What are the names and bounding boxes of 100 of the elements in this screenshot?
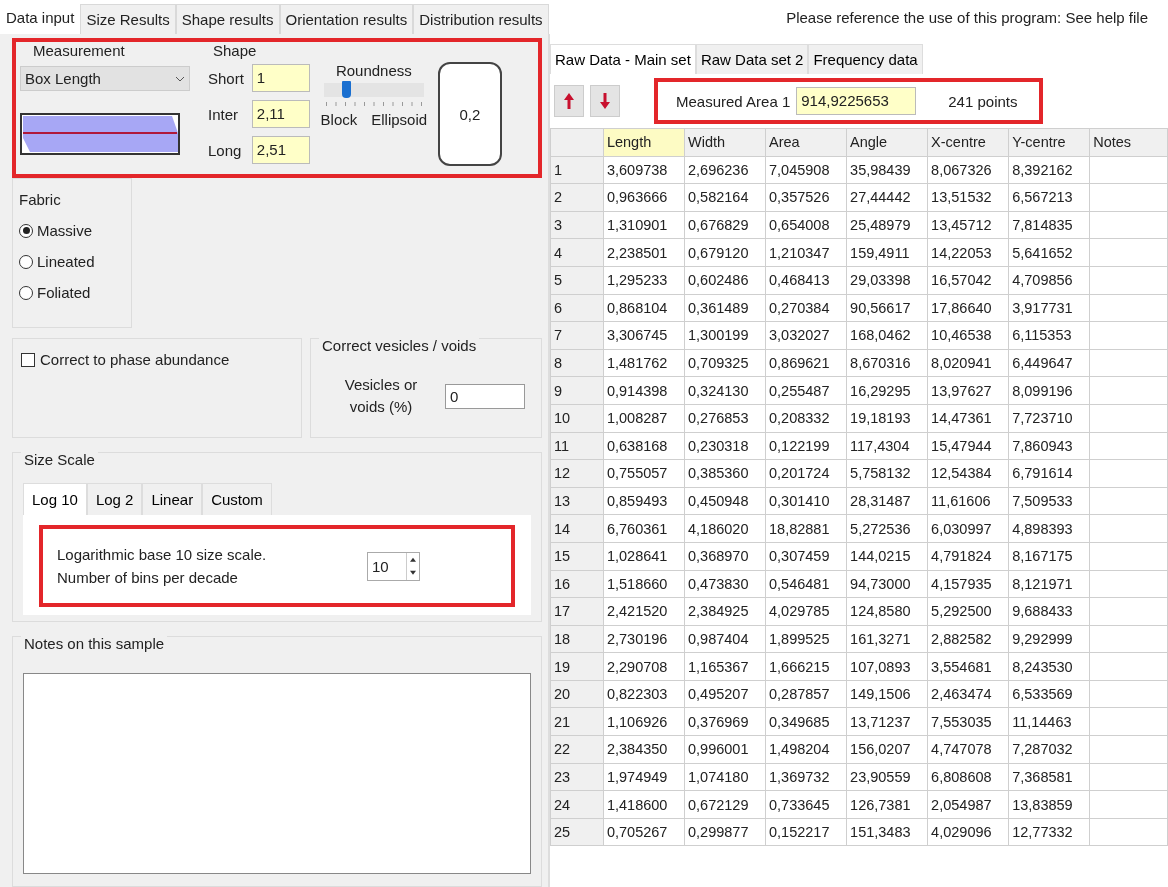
tab[interactable]: Orientation results	[279, 4, 414, 34]
tab[interactable]: Size Results	[80, 4, 176, 34]
input-field[interactable]: 0	[445, 383, 525, 409]
input-field[interactable]: 2,11	[251, 100, 310, 128]
table-cell: 13,71237	[846, 707, 928, 736]
slider-thumb[interactable]	[342, 81, 352, 98]
header-cell[interactable]	[550, 128, 604, 157]
slider-min-label: Block	[320, 111, 358, 128]
tab[interactable]: Raw Data set 2	[695, 44, 809, 74]
table-cell: 159,4911	[846, 238, 928, 267]
row-number: 20	[550, 680, 604, 708]
table-cell: 0,868104	[603, 294, 685, 322]
points-count: 241 points	[948, 92, 1018, 110]
table-cell: 13,83859	[1008, 790, 1090, 819]
table-cell: 11,61606	[927, 487, 1009, 515]
table-cell: 6,808608	[927, 763, 1009, 791]
phase-checkbox[interactable]: Correct to phase abundance	[21, 351, 293, 368]
chevron-icon	[175, 75, 185, 82]
tab[interactable]: Distribution results	[413, 4, 549, 34]
table-cell: 8,121971	[1008, 570, 1090, 598]
table-cell: 4,747078	[927, 735, 1009, 764]
column-header[interactable]: Area	[765, 128, 847, 157]
tab[interactable]: Log 10	[23, 483, 87, 515]
table-cell: 8,670316	[846, 349, 928, 377]
slider-label: Roundness	[335, 62, 412, 79]
field-label: Vesicles or voids (%)	[343, 374, 419, 417]
table-cell: 2,290708	[603, 652, 685, 681]
table-cell: 2,384925	[684, 597, 766, 626]
row-number: 2	[550, 183, 604, 212]
bins-spinner[interactable]: 10	[367, 551, 420, 581]
slider-max-label: Ellipsoid	[371, 111, 428, 128]
tab[interactable]: Raw Data - Main set	[550, 44, 696, 74]
table-cell: 7,287032	[1008, 735, 1090, 764]
table-cell: 35,98439	[846, 156, 928, 184]
table-cell: 0,914398	[603, 376, 685, 405]
column-header[interactable]: Y-centre	[1008, 128, 1090, 157]
table-cell: 5,292500	[927, 597, 1009, 626]
table-cell: 5,641652	[1008, 238, 1090, 267]
table-cell: 7,509533	[1008, 487, 1090, 515]
table-cell: 13,51532	[927, 183, 1009, 212]
table-cell: 0,324130	[684, 376, 766, 405]
table-cell: 0,705267	[603, 818, 685, 846]
tab[interactable]: Shape results	[175, 4, 280, 34]
table-cell: 0,299877	[684, 818, 766, 846]
table-cell: 3,609738	[603, 156, 685, 184]
row-number: 7	[550, 321, 604, 350]
column-header[interactable]: Notes	[1089, 128, 1168, 157]
table-cell: 4,186020	[684, 514, 766, 543]
table-cell: 13,45712	[927, 211, 1009, 239]
table-cell: 6,567213	[1008, 183, 1090, 212]
table-cell: 19,18193	[846, 404, 928, 433]
input-field[interactable]: 2,51	[251, 136, 310, 164]
table-cell: 12,77332	[1008, 818, 1090, 846]
radio-option[interactable]: Lineated	[19, 253, 125, 270]
table-cell: 1,074180	[684, 763, 766, 791]
column-header[interactable]: Width	[684, 128, 766, 157]
move-up-button[interactable]	[554, 85, 584, 117]
table-cell: 4,029785	[765, 597, 847, 626]
table-cell: 6,533569	[1008, 680, 1090, 708]
notes-field[interactable]	[23, 673, 531, 874]
table-cell: 2,054987	[927, 790, 1009, 819]
table-cell: 6,030997	[927, 514, 1009, 543]
input-field[interactable]: 1	[251, 64, 310, 92]
table-cell: 0,270384	[765, 294, 847, 322]
tab[interactable]: Custom	[202, 483, 272, 515]
input-field[interactable]: 914,9225653	[796, 87, 917, 115]
arrow-down-icon	[599, 92, 611, 110]
group-title: Size Scale	[21, 451, 98, 468]
row-number: 9	[550, 376, 604, 405]
arrow-up-icon	[563, 92, 575, 110]
description-text: Logarithmic base 10 size scale.	[57, 546, 268, 563]
table-cell: 12,54384	[927, 459, 1009, 488]
column-header[interactable]: Length	[603, 128, 685, 157]
radio-option[interactable]: Foliated	[19, 284, 125, 301]
table-cell: 168,0462	[846, 321, 928, 350]
tab[interactable]: Frequency data	[808, 44, 923, 74]
table-cell: 25,48979	[846, 211, 928, 239]
table-cell: 0,307459	[765, 542, 847, 570]
table-cell: 3,554681	[927, 652, 1009, 681]
group-title: Correct vesicles / voids	[319, 337, 480, 354]
measurement-dropdown[interactable]: Box Length	[20, 66, 190, 91]
tab[interactable]: Linear	[142, 483, 203, 515]
table-cell: 1,300199	[684, 321, 766, 350]
row-number: 6	[550, 294, 604, 322]
table-cell: 2,882582	[927, 625, 1009, 653]
table-cell: 7,553035	[927, 707, 1009, 736]
tab[interactable]: Log 2	[86, 483, 143, 515]
roundness-slider[interactable]	[323, 83, 424, 97]
table-cell: 6,791614	[1008, 459, 1090, 488]
row-number: 13	[550, 487, 604, 515]
row-number: 18	[550, 625, 604, 653]
table-cell: 8,243530	[1008, 652, 1090, 681]
table-cell: 4,791824	[927, 542, 1009, 570]
table-cell: 1,165367	[684, 652, 766, 681]
row-number: 24	[550, 790, 604, 819]
column-header[interactable]: Angle	[846, 128, 928, 157]
column-header[interactable]: X-centre	[927, 128, 1009, 157]
move-down-button[interactable]	[590, 85, 620, 117]
table-cell: 0,276853	[684, 404, 766, 433]
radio-option[interactable]: Massive	[19, 222, 125, 239]
